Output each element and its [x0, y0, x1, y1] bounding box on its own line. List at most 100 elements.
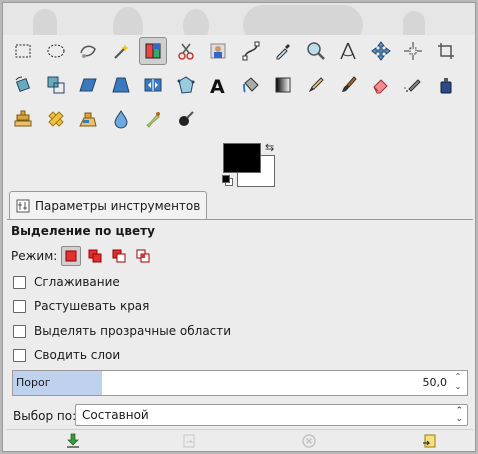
- fuzzy-select-tool-button[interactable]: [107, 37, 135, 65]
- rect-select-tool-icon: [15, 44, 31, 58]
- default-colors-fg-icon[interactable]: [222, 175, 230, 183]
- ink-tool-icon: [440, 78, 451, 94]
- delete-icon: [302, 434, 316, 448]
- pencil-tool-button[interactable]: [302, 71, 330, 99]
- gimp-wilber-watermark: [3, 3, 475, 35]
- bucket-fill-tool-button[interactable]: [237, 71, 265, 99]
- perspective-tool-button[interactable]: [107, 71, 135, 99]
- reset-icon: [423, 434, 436, 448]
- smudge-tool-icon: [146, 112, 160, 128]
- cage-transform-tool-button[interactable]: [172, 71, 200, 99]
- paintbrush-tool-icon: [342, 76, 357, 92]
- mode-intersect-button[interactable]: [133, 246, 153, 266]
- ellipse-select-tool-button[interactable]: [42, 37, 70, 65]
- rect-select-tool-button[interactable]: [9, 37, 37, 65]
- threshold-value: 50,0: [422, 376, 448, 389]
- align-tool-button[interactable]: [399, 37, 427, 65]
- select-by-color-tool-button[interactable]: [139, 37, 167, 65]
- sample-merged-checkbox-row[interactable]: Сводить слои: [13, 348, 120, 362]
- feather-edges-checkbox-row[interactable]: Растушевать края: [13, 299, 149, 313]
- antialias-checkbox-row[interactable]: Сглаживание: [13, 275, 120, 289]
- mode-add-button[interactable]: [85, 246, 105, 266]
- dock-tab-bar: Параметры инструментов: [7, 189, 473, 220]
- threshold-slider[interactable]: Порог 50,0 ⌃ ⌄: [12, 370, 468, 396]
- combo-arrows-icon: ⌃ ⌄: [455, 406, 463, 424]
- select-transparent-checkbox[interactable]: [13, 324, 26, 338]
- foreground-color-swatch[interactable]: [223, 143, 261, 173]
- scissors-select-tool-button[interactable]: [172, 37, 200, 65]
- clone-tool-icon: [14, 110, 32, 127]
- antialias-checkbox[interactable]: [13, 275, 26, 289]
- select-transparent-checkbox-row[interactable]: Выделять прозрачные области: [13, 324, 231, 338]
- text-tool-button[interactable]: A: [204, 71, 232, 99]
- save-options-button[interactable]: [63, 432, 83, 450]
- flip-tool-icon: [144, 78, 162, 92]
- airbrush-tool-button[interactable]: [399, 71, 427, 99]
- subtract-mode-icon: [112, 249, 126, 263]
- align-tool-icon: [404, 42, 422, 60]
- color-area[interactable]: ⇆: [221, 141, 281, 189]
- delete-options-button[interactable]: [299, 432, 319, 450]
- restore-icon: [183, 434, 195, 448]
- smudge-tool-button[interactable]: [139, 105, 167, 133]
- mode-replace-button[interactable]: [61, 246, 82, 266]
- mode-label: Режим:: [11, 249, 58, 263]
- paths-tool-icon: [242, 41, 259, 61]
- free-select-tool-button[interactable]: [74, 37, 102, 65]
- ink-tool-button[interactable]: [432, 71, 460, 99]
- cage-transform-tool-icon: [177, 76, 194, 94]
- reset-options-button[interactable]: [419, 432, 439, 450]
- tab-tool-options[interactable]: Параметры инструментов: [9, 191, 208, 219]
- toolbox-window: A ⇆ Параметры инструментов Выделение по …: [2, 2, 476, 452]
- save-down-arrow-icon: [67, 433, 79, 448]
- paths-tool-button[interactable]: [237, 37, 265, 65]
- threshold-spin-buttons[interactable]: ⌃ ⌄: [452, 372, 464, 394]
- feather-edges-label: Растушевать края: [34, 299, 150, 313]
- rotate-tool-button[interactable]: [9, 71, 37, 99]
- swap-colors-icon[interactable]: ⇆: [265, 141, 274, 154]
- airbrush-tool-icon: [404, 79, 421, 92]
- dodge-burn-tool-icon: [178, 111, 194, 126]
- shear-tool-icon: [79, 78, 97, 92]
- select-transparent-label: Выделять прозрачные области: [34, 324, 232, 338]
- scale-tool-button[interactable]: [42, 71, 70, 99]
- text-tool-icon: A: [210, 76, 225, 95]
- zoom-tool-button[interactable]: [302, 37, 330, 65]
- perspective-clone-tool-button[interactable]: [74, 105, 102, 133]
- perspective-tool-icon: [111, 77, 130, 93]
- sample-merged-checkbox[interactable]: [13, 348, 26, 362]
- scale-tool-icon: [47, 76, 64, 94]
- add-mode-icon: [88, 249, 102, 263]
- rotate-tool-icon: [15, 76, 31, 93]
- blur-sharpen-tool-button[interactable]: [107, 105, 135, 133]
- dodge-burn-tool-button[interactable]: [172, 105, 200, 133]
- crop-tool-button[interactable]: [432, 37, 460, 65]
- eraser-tool-button[interactable]: [367, 71, 395, 99]
- blend-tool-button[interactable]: [269, 71, 297, 99]
- paintbrush-tool-button[interactable]: [334, 71, 362, 99]
- shear-tool-button[interactable]: [74, 71, 102, 99]
- threshold-label: Порог: [16, 376, 51, 389]
- tool-options-bottom-bar: [7, 429, 473, 451]
- scissors-select-tool-icon: [177, 43, 194, 60]
- antialias-label: Сглаживание: [34, 275, 120, 289]
- clone-tool-button[interactable]: [9, 105, 37, 133]
- heal-tool-button[interactable]: [42, 105, 70, 133]
- foreground-select-tool-button[interactable]: [204, 37, 232, 65]
- mode-row: Режим:: [11, 245, 153, 267]
- flip-tool-button[interactable]: [139, 71, 167, 99]
- color-picker-tool-button[interactable]: [269, 37, 297, 65]
- select-by-combobox[interactable]: Составной ⌃ ⌄: [75, 404, 468, 426]
- measure-tool-button[interactable]: [334, 37, 362, 65]
- tool-options-icon: [16, 199, 30, 212]
- feather-edges-checkbox[interactable]: [13, 299, 26, 313]
- intersect-mode-icon: [136, 249, 150, 263]
- mode-subtract-button[interactable]: [109, 246, 129, 266]
- move-tool-button[interactable]: [367, 37, 395, 65]
- restore-options-button[interactable]: [179, 432, 199, 450]
- pencil-tool-icon: [308, 77, 324, 93]
- heal-tool-icon: [47, 111, 64, 127]
- crop-tool-icon: [437, 43, 454, 59]
- measure-tool-icon: [340, 42, 356, 60]
- replace-mode-icon: [65, 250, 77, 262]
